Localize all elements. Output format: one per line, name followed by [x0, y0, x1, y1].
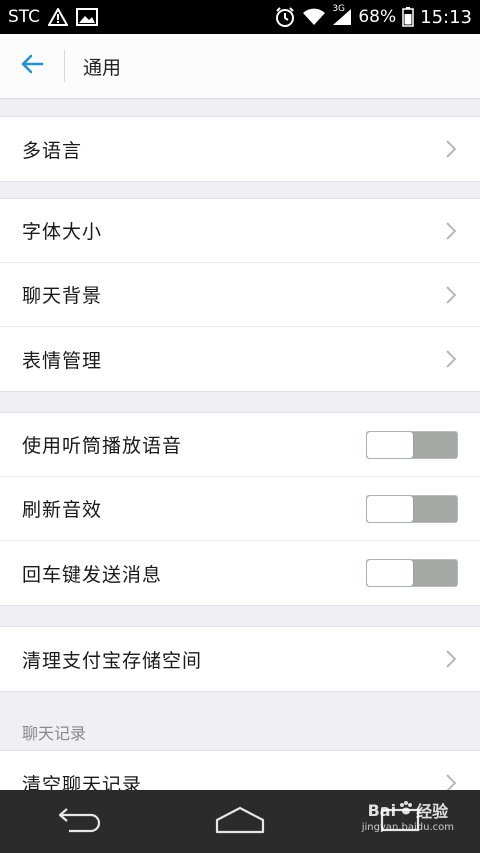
app-header: 通用	[0, 34, 480, 99]
recent-apps-icon	[380, 806, 420, 838]
header-divider	[64, 50, 65, 82]
settings-row-language[interactable]: 多语言	[0, 117, 480, 181]
toggle-knob	[367, 495, 413, 522]
battery-icon	[402, 7, 414, 27]
nav-back-button[interactable]	[35, 797, 125, 847]
section-display: 字体大小 聊天背景 表情管理	[0, 198, 480, 392]
back-icon	[57, 805, 103, 839]
row-label: 表情管理	[22, 349, 103, 372]
section-storage: 清理支付宝存储空间	[0, 626, 480, 692]
row-label: 多语言	[22, 139, 83, 162]
carrier-label: STC	[8, 7, 41, 27]
settings-row-enter-to-send: 回车键发送消息	[0, 541, 480, 605]
earpiece-voice-toggle[interactable]	[366, 430, 458, 459]
toggle-knob	[367, 431, 413, 458]
row-label: 回车键发送消息	[22, 563, 163, 586]
row-label: 聊天背景	[22, 285, 103, 307]
network-type-label: 3G	[332, 4, 346, 14]
nav-home-button[interactable]	[195, 797, 285, 847]
section-header-chat-history: 聊天记录	[22, 724, 87, 743]
settings-row-refresh-sound: 刷新音效	[0, 477, 480, 541]
settings-row-earpiece-voice: 使用听筒播放语音	[0, 413, 480, 477]
chevron-right-icon	[444, 284, 458, 306]
settings-row-chat-background[interactable]: 聊天背景	[0, 263, 480, 327]
signal-icon: 3G	[332, 4, 352, 26]
row-label: 刷新音效	[22, 499, 103, 521]
status-bar: STC 3G 68% 15:13	[0, 0, 480, 34]
system-nav-bar	[0, 790, 480, 853]
home-icon	[214, 805, 266, 839]
back-button[interactable]	[0, 34, 64, 98]
settings-row-emoji-management[interactable]: 表情管理	[0, 327, 480, 391]
chevron-right-icon	[444, 220, 458, 242]
refresh-sound-toggle[interactable]	[366, 494, 458, 523]
nav-recent-apps-button[interactable]	[355, 797, 445, 847]
settings-row-font-size[interactable]: 字体大小	[0, 199, 480, 263]
wifi-icon	[302, 8, 326, 26]
clock-time: 15:13	[420, 6, 472, 28]
chevron-right-icon	[444, 138, 458, 160]
settings-row-clear-storage[interactable]: 清理支付宝存储空间	[0, 627, 480, 691]
enter-to-send-toggle[interactable]	[366, 559, 458, 587]
warning-icon	[48, 8, 69, 26]
back-arrow-icon	[20, 54, 44, 78]
alarm-icon	[274, 6, 296, 28]
battery-percent: 68%	[358, 7, 397, 27]
toggle-knob	[367, 560, 413, 586]
section-toggles: 使用听筒播放语音 刷新音效 回车键发送消息	[0, 412, 480, 606]
section-language: 多语言	[0, 116, 480, 182]
chevron-right-icon	[444, 648, 458, 670]
image-icon	[76, 8, 99, 26]
page-title: 通用	[83, 56, 122, 79]
chevron-right-icon	[444, 348, 458, 370]
row-label: 清理支付宝存储空间	[22, 649, 203, 672]
settings-screen: STC 3G 68% 15:13 通用 多语言 字体大小 聊天背景 表情管理 使…	[0, 0, 480, 853]
row-label: 字体大小	[22, 221, 103, 243]
row-label: 使用听筒播放语音	[22, 435, 183, 457]
